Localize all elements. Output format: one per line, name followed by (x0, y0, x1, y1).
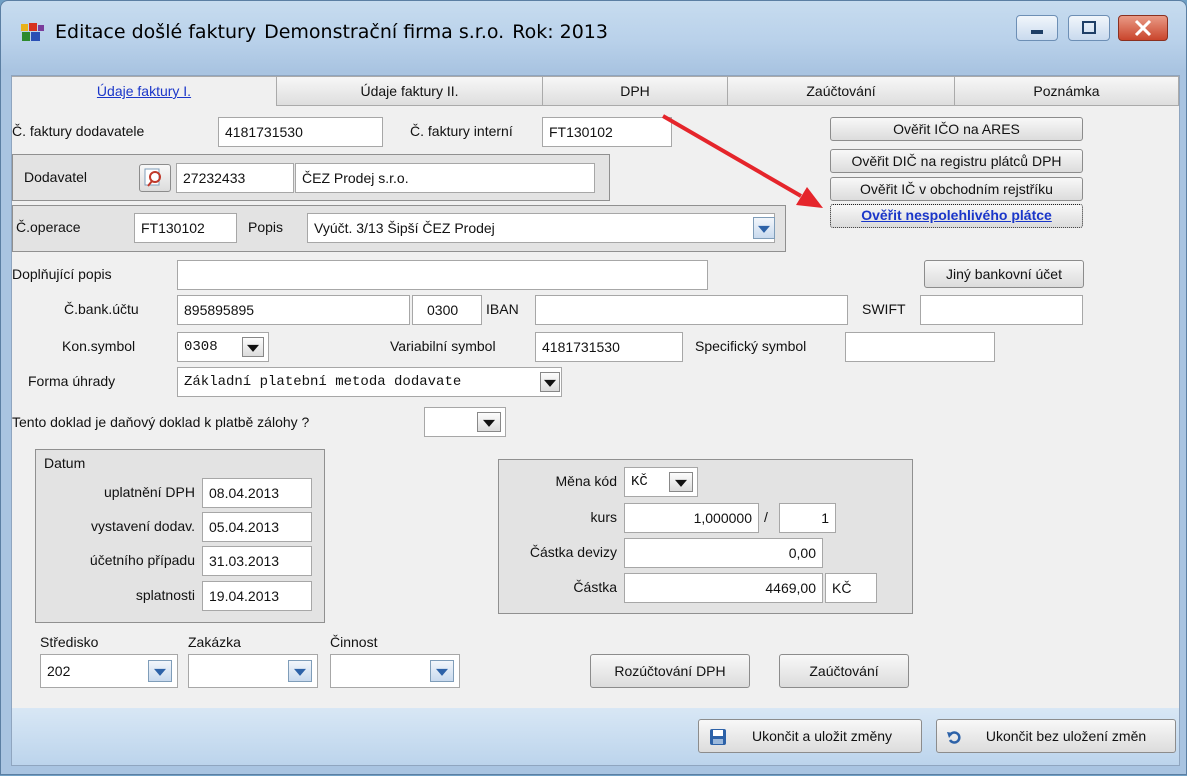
annotation-arrow (661, 114, 823, 208)
window: Editace došlé faktury Demonstrační firma … (0, 0, 1187, 775)
